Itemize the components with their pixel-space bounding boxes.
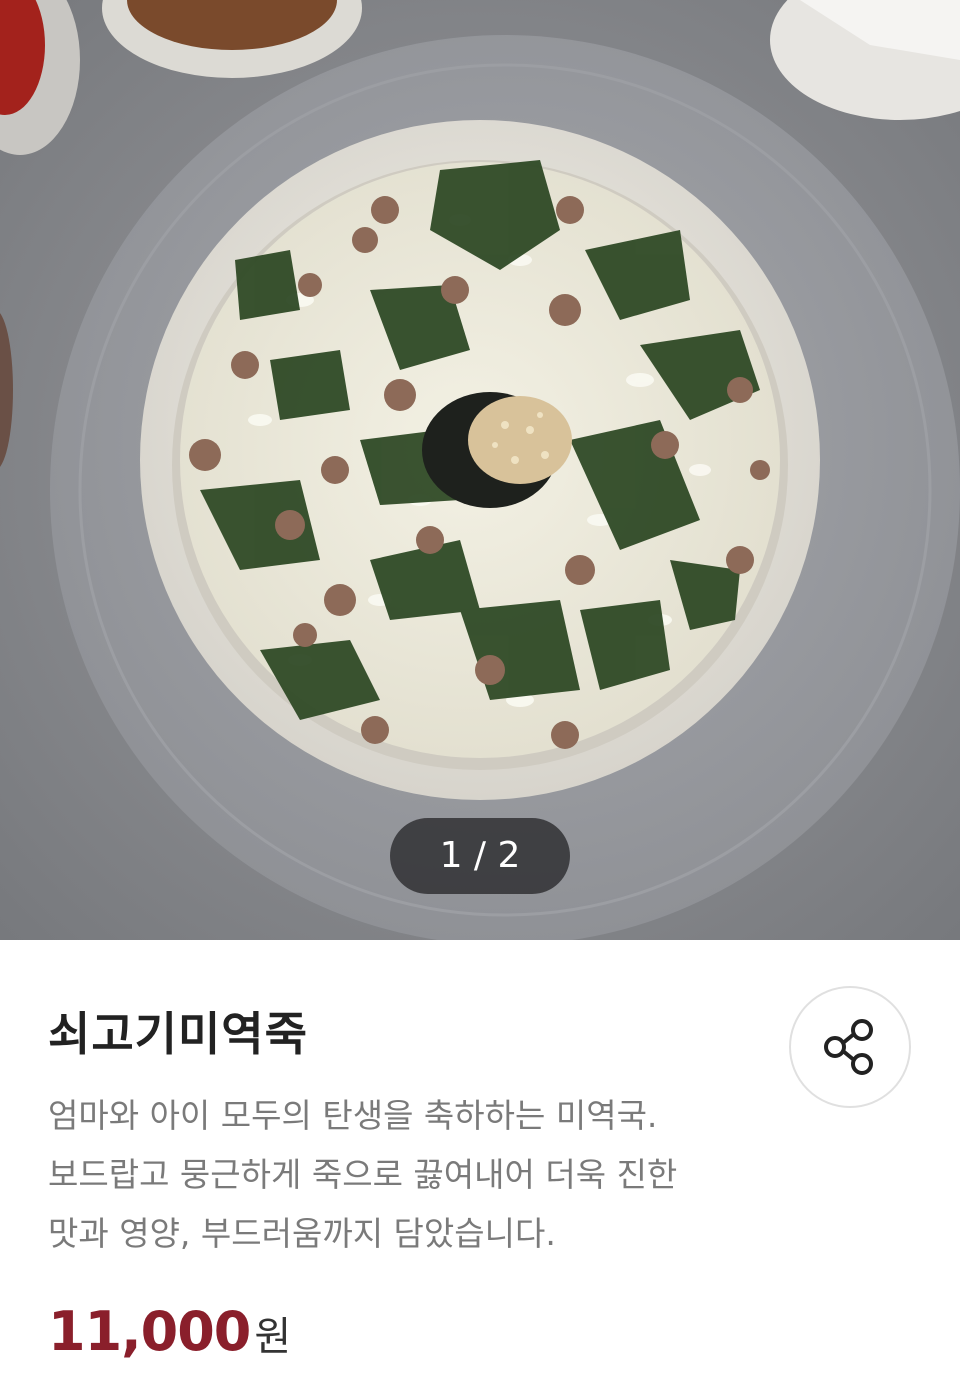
product-photo bbox=[0, 0, 960, 940]
product-title: 쇠고기미역죽 bbox=[48, 1007, 308, 1061]
image-counter: 1 / 2 bbox=[390, 818, 570, 894]
product-image-gallery[interactable]: 1 / 2 bbox=[0, 0, 960, 940]
price-row: 11,000 원 bbox=[48, 1300, 291, 1370]
product-info: 쇠고기미역죽 엄마와 아이 모두의 탄생을 축하하는 미역국. 보드랍고 뭉근하… bbox=[0, 940, 960, 1379]
share-icon bbox=[824, 1019, 873, 1075]
product-description: 엄마와 아이 모두의 탄생을 축하하는 미역국. 보드랍고 뭉근하게 죽으로 끓… bbox=[48, 1096, 678, 1253]
product-price: 11,000 bbox=[48, 1300, 251, 1363]
price-currency: 원 bbox=[254, 1314, 292, 1360]
